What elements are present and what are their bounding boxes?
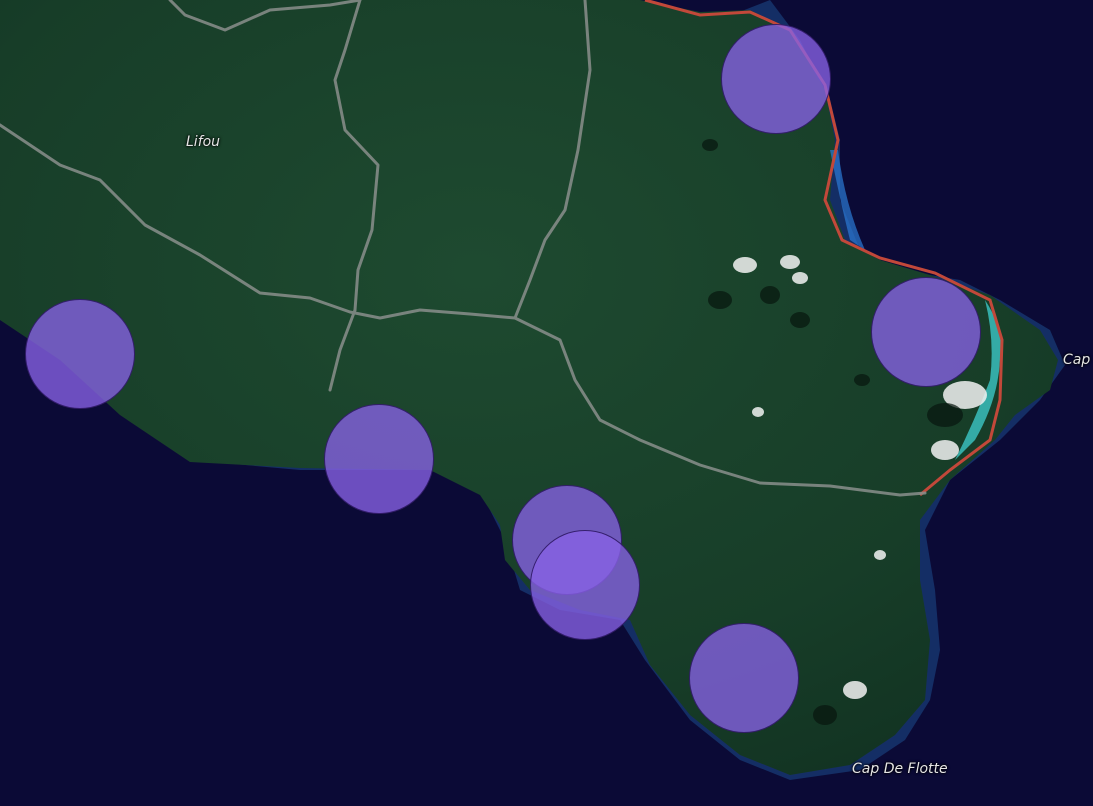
map-view[interactable]: Lifou Cap Cap De Flotte — [0, 0, 1093, 806]
map-marker-circle[interactable] — [324, 404, 434, 514]
map-marker-circle[interactable] — [721, 24, 831, 134]
map-marker-circle[interactable] — [25, 299, 135, 409]
map-marker-circle[interactable] — [689, 623, 799, 733]
satellite-basemap — [0, 0, 1093, 806]
map-marker-circle[interactable] — [871, 277, 981, 387]
map-marker-circle[interactable] — [530, 530, 640, 640]
